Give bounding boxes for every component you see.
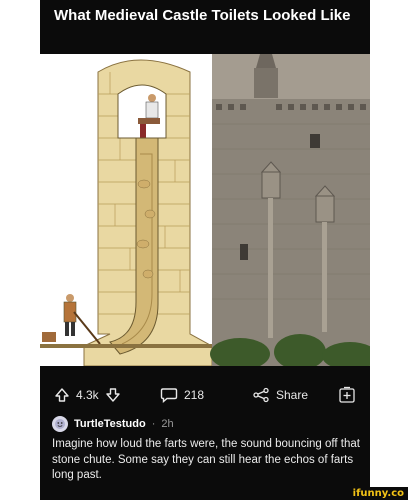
add-button[interactable] <box>338 379 356 411</box>
share-label: Share <box>276 388 309 402</box>
comment-text: Imagine how loud the farts were, the sou… <box>52 438 360 481</box>
vote-control: 4.3k <box>54 379 121 411</box>
post-title: What Medieval Castle Toilets Looked Like <box>54 7 351 24</box>
add-icon <box>338 386 356 404</box>
upvote-count: 4.3k <box>76 388 99 402</box>
comment-count: 218 <box>184 388 205 402</box>
watermark-logo: ifunny.co <box>348 487 408 500</box>
avatar[interactable] <box>52 416 68 432</box>
comments-button[interactable]: 218 <box>160 379 204 411</box>
action-bar: 4.3k 218 Share <box>40 379 370 411</box>
top-comment: TurtleTestudo · 2h Imagine how loud the … <box>52 416 362 484</box>
face-icon <box>55 419 65 429</box>
comment-username[interactable]: TurtleTestudo <box>74 418 146 430</box>
post-image[interactable] <box>40 54 370 366</box>
downvote-icon[interactable] <box>105 387 121 403</box>
castle-toilet-illustration <box>40 54 370 366</box>
share-button[interactable]: Share <box>252 379 308 411</box>
upvote-icon[interactable] <box>54 387 70 403</box>
meme-post: What Medieval Castle Toilets Looked Like <box>40 0 370 500</box>
comment-icon <box>160 387 178 403</box>
comment-header: TurtleTestudo · 2h <box>52 416 362 432</box>
share-icon <box>252 387 270 403</box>
comment-time: 2h <box>161 418 174 430</box>
separator: · <box>151 418 156 430</box>
